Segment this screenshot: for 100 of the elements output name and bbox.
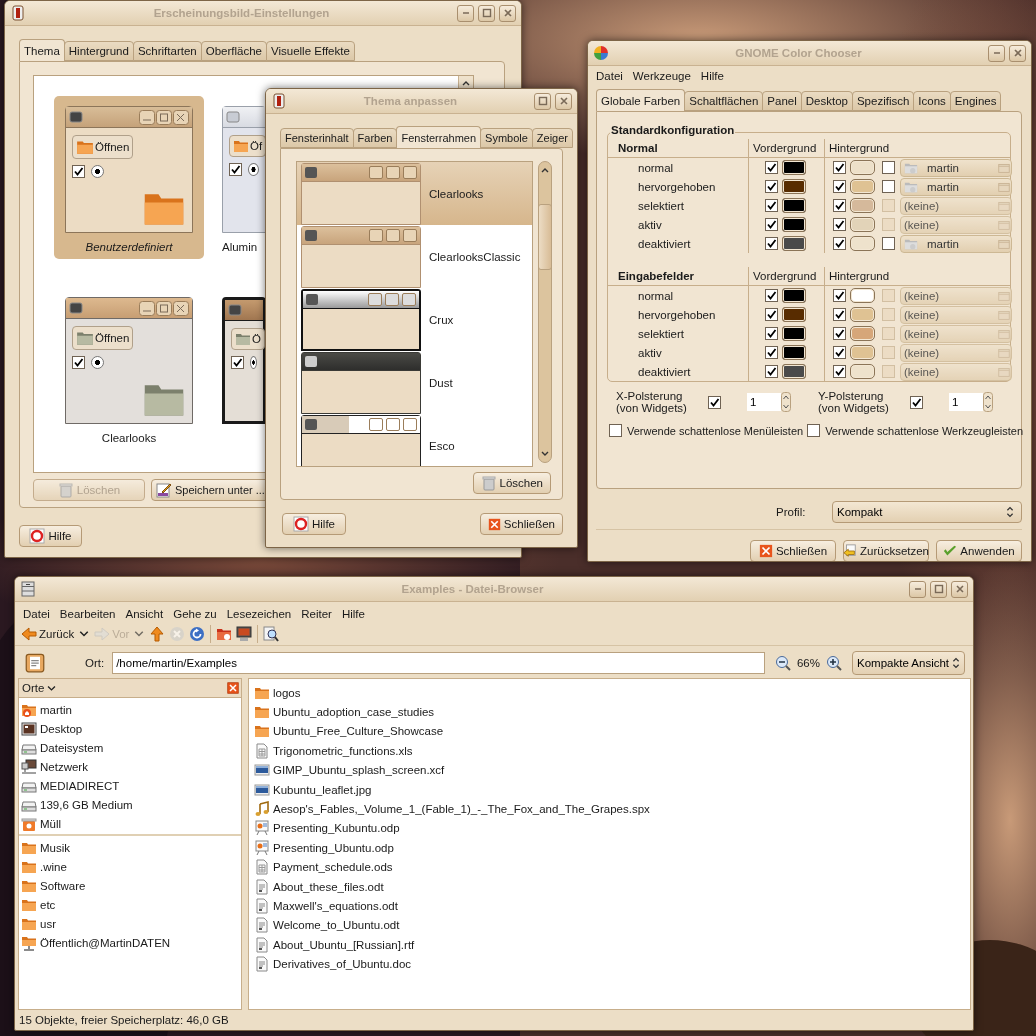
bookmark-item[interactable]: etc [19,895,241,914]
tab[interactable]: Visuelle Effekte [265,41,355,61]
color-swatch[interactable] [850,345,875,360]
menu-item[interactable]: Reiter [297,606,336,621]
checkbox[interactable] [882,180,895,193]
menu-item[interactable]: Datei [592,68,627,83]
checkbox[interactable] [833,365,846,378]
frame-list-row[interactable]: Crux [297,288,532,351]
tab[interactable]: Icons [913,91,951,111]
file-item[interactable]: Payment_schedule.ods [252,857,970,877]
menu-item[interactable]: Werkzeuge [628,68,695,83]
file-item[interactable]: Ubuntu_Free_Culture_Showcase [252,721,970,742]
file-item[interactable]: About_Ubuntu_[Russian].rtf [252,935,970,955]
color-swatch[interactable] [782,345,806,360]
pixmap-field[interactable]: (keine) [900,305,1012,324]
frame-list-row[interactable]: Dust [297,351,532,414]
color-swatch[interactable] [850,160,875,175]
help-button[interactable]: Hilfe [19,525,82,547]
color-swatch[interactable] [782,217,806,232]
tab[interactable]: Hintergrund [63,41,134,61]
tab[interactable]: Fensterrahmen [396,126,482,148]
tab[interactable]: Globale Farben [596,89,686,111]
bookmark-item[interactable]: Musik [19,838,241,857]
bookmark-item[interactable]: Software [19,876,241,895]
close-button[interactable] [499,4,516,22]
checkbox[interactable] [833,237,846,250]
checkbox[interactable] [765,199,778,212]
help-button[interactable]: Hilfe [282,513,346,535]
color-swatch[interactable] [782,160,806,175]
computer-button[interactable] [234,624,255,644]
sidebar-dropdown[interactable]: Orte [22,680,58,696]
pixmap-field[interactable]: (keine) [900,196,1012,215]
place-item[interactable]: Dateisystem [19,738,241,757]
view-dropdown[interactable]: Kompakte Ansicht [852,651,965,675]
color-swatch[interactable] [850,364,875,379]
pixmap-field[interactable]: martin [900,234,1012,253]
pixmap-field[interactable]: martin [900,158,1012,177]
checkbox[interactable] [833,346,846,359]
delete-button[interactable]: Löschen [472,472,551,494]
file-item[interactable]: logos [252,683,970,703]
place-item[interactable]: martin [19,700,241,719]
file-item[interactable]: About_these_files.odt [252,876,970,897]
file-item[interactable]: Presenting_Ubuntu.odp [252,838,970,858]
menu-item[interactable]: Datei [19,606,54,621]
checkbox[interactable] [833,199,846,212]
file-item[interactable]: Derivatives_of_Ubuntu.doc [252,954,970,974]
color-swatch[interactable] [850,236,875,251]
file-item[interactable]: Maxwell's_equations.odt [252,896,970,916]
close-button[interactable]: Schließen [479,513,563,535]
close-button[interactable] [951,580,968,598]
checkbox[interactable] [833,289,846,302]
preview-checkbox[interactable] [72,165,85,178]
theme-item[interactable]: Öf Alumin [222,96,266,259]
file-item[interactable]: Presenting_Kubuntu.odp [252,818,970,839]
back-button[interactable]: Zurück [19,624,77,644]
apply-button[interactable]: Anwenden [936,540,1022,561]
color-swatch[interactable] [782,179,806,194]
checkbox[interactable] [765,180,778,193]
tab[interactable]: Engines [949,91,1002,111]
location-toggle-button[interactable] [23,653,47,673]
theme-item[interactable]: Öffnen Benutzerdefiniert [54,96,204,259]
checkbox[interactable] [882,161,895,174]
tab[interactable]: Oberfläche [200,41,267,61]
close-button[interactable] [1009,44,1026,62]
checkbox[interactable] [807,424,821,437]
menu-item[interactable]: Hilfe [337,606,369,621]
checkbox[interactable] [765,218,778,231]
color-swatch[interactable] [782,307,806,322]
preview-checkbox[interactable] [72,356,85,369]
color-swatch[interactable] [850,179,875,194]
file-item[interactable]: Aesop's_Fables,_Volume_1_(Fable_1)_-_The_Fox_and_The_Grapes.spx [252,799,970,819]
color-swatch[interactable] [850,217,875,232]
tab[interactable]: Fensterinhalt [280,128,354,148]
menu-item[interactable]: Hilfe [696,68,728,83]
checkbox[interactable] [765,308,778,321]
color-swatch[interactable] [850,198,875,213]
file-item[interactable]: Welcome_to_Ubuntu.odt [252,915,970,936]
color-swatch[interactable] [782,326,806,341]
pixmap-field[interactable]: (keine) [900,215,1012,234]
tab[interactable]: Schriftarten [132,41,202,61]
bookmark-item[interactable]: Öffentlich@MartinDATEN [19,933,241,952]
location-field[interactable]: /home/martin/Examples [112,652,765,674]
checkbox[interactable] [765,327,778,340]
minimize-button[interactable] [988,44,1005,62]
pixmap-field[interactable]: (keine) [900,286,1012,305]
place-item[interactable]: Desktop [19,719,241,738]
checkbox[interactable] [765,289,778,302]
place-item[interactable]: Müll [19,814,241,833]
bookmark-item[interactable]: usr [19,914,241,933]
maximize-button[interactable] [930,580,947,598]
frame-list-row[interactable]: Clearlooks [297,162,532,225]
scrollbar-thumb[interactable] [538,204,552,270]
tab[interactable]: Schaltflächen [684,91,764,111]
color-swatch[interactable] [850,307,875,322]
checkbox[interactable] [833,308,846,321]
place-item[interactable]: MEDIADIRECT [19,776,241,795]
maximize-button[interactable] [534,92,551,110]
frame-list-row[interactable]: ClearlooksClassic [297,225,532,288]
menu-item[interactable]: Gehe zu [169,606,221,621]
checkbox[interactable] [882,237,895,250]
